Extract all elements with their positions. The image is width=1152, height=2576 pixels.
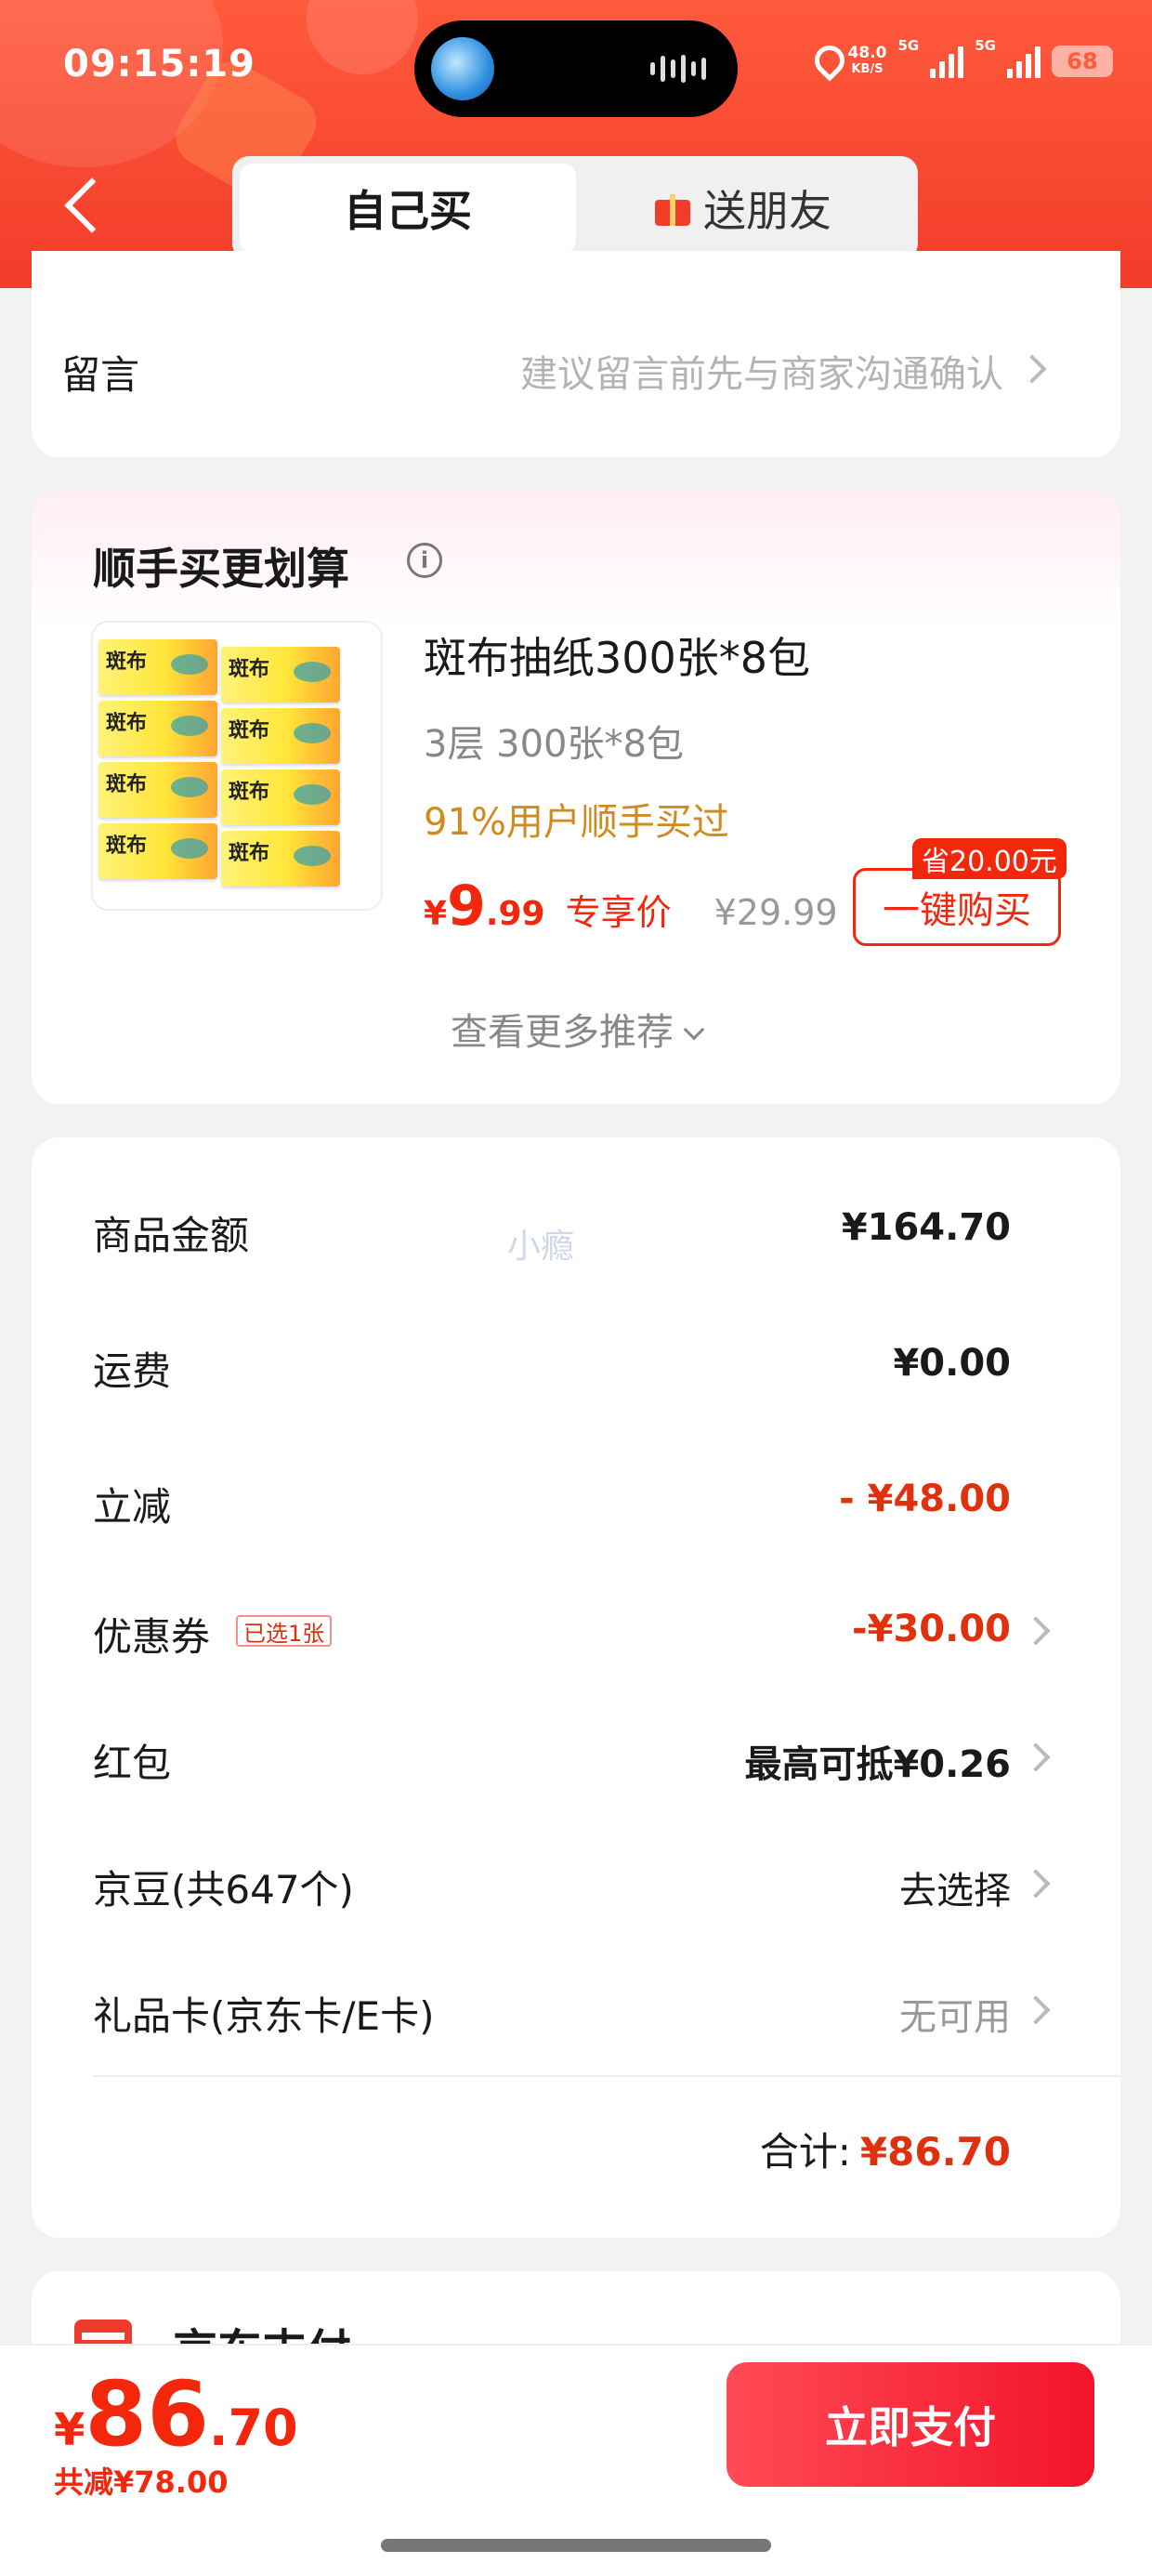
checkout-decimal: .70 — [209, 2399, 298, 2457]
chevron-down-icon — [683, 1019, 705, 1041]
recommend-title: 顺手买更划算 — [93, 544, 349, 594]
one-click-buy-button[interactable]: 一键购买 — [853, 868, 1061, 946]
sim2-label: 5G — [975, 37, 996, 54]
price-currency: ¥ — [424, 895, 448, 933]
gift-icon — [655, 191, 690, 226]
goods-amount-label: 商品金额 — [93, 1213, 250, 1258]
battery-icon: 68 — [1052, 46, 1113, 77]
checkout-integer: 86 — [85, 2362, 209, 2466]
more-recommend-label: 查看更多推荐 — [451, 1011, 674, 1054]
price-integer: 9 — [447, 874, 486, 939]
original-price: ¥29.99 — [713, 892, 838, 933]
signal-icon — [930, 45, 964, 78]
tab-send-friend[interactable]: 送朋友 — [576, 164, 910, 253]
jd-beans-label[interactable]: 京豆(共647个) — [93, 1859, 354, 1915]
jd-beans-value[interactable]: 去选择 — [899, 1860, 1011, 1914]
tab-send-friend-label: 送朋友 — [703, 186, 831, 236]
product-name[interactable]: 斑布抽纸300张*8包 — [424, 624, 810, 686]
product-image[interactable] — [91, 621, 383, 911]
coupon-selected-badge: 已选1张 — [236, 1615, 333, 1647]
checkout-saved: 共减¥78.00 — [54, 2464, 229, 2500]
shipping-label: 运费 — [93, 1348, 172, 1394]
note-hint[interactable]: 建议留言前先与商家沟通确认 — [520, 344, 1003, 398]
status-icons: 48.0 KB/S 5G 5G 68 — [813, 37, 1113, 85]
price-summary-card — [32, 1137, 1120, 2238]
divider — [93, 2075, 1120, 2077]
audio-wave-icon — [650, 54, 710, 84]
save-badge: 省20.00元 — [912, 838, 1067, 879]
app-avatar-icon — [431, 37, 494, 100]
total-row: 合计: ¥86.70 — [760, 2121, 1011, 2177]
sim1-label: 5G — [897, 37, 920, 54]
pay-now-label: 立即支付 — [825, 2402, 996, 2452]
goods-amount-value: ¥164.70 — [841, 1206, 1011, 1249]
gift-card-label[interactable]: 礼品卡(京东卡/E卡) — [93, 1985, 434, 2042]
red-packet-value[interactable]: 最高可抵¥0.26 — [744, 1734, 1011, 1788]
product-price: ¥ 9 .99 专享价 ¥29.99 — [424, 874, 838, 939]
tab-buy-self[interactable]: 自己买 — [240, 164, 576, 253]
net-speed-value: 48.0 — [847, 44, 887, 62]
location-icon — [813, 46, 837, 77]
red-packet-label[interactable]: 红包 — [93, 1732, 171, 1789]
more-recommend-link[interactable]: 查看更多推荐 — [0, 1002, 1152, 1056]
gift-card-value[interactable]: 无可用 — [899, 1987, 1011, 2041]
home-indicator[interactable] — [381, 2539, 771, 2552]
total-label: 合计: — [759, 2129, 851, 2175]
purchase-mode-switch: 自己买 送朋友 — [232, 156, 918, 260]
dynamic-island[interactable] — [414, 20, 738, 117]
note-label: 留言 — [61, 352, 140, 398]
coupon-value[interactable]: -¥30.00 — [852, 1608, 1011, 1650]
net-speed: 48.0 KB/S — [848, 45, 887, 78]
header-decoration — [307, 0, 418, 74]
checkout-currency: ¥ — [54, 2404, 85, 2456]
shipping-value: ¥0.00 — [893, 1342, 1011, 1385]
product-spec: 3层 300张*8包 — [424, 723, 684, 766]
info-icon[interactable]: i — [407, 543, 442, 578]
instant-discount-value: - ¥48.00 — [839, 1478, 1011, 1520]
pay-now-button[interactable]: 立即支付 — [727, 2362, 1094, 2487]
net-speed-unit: KB/S — [851, 62, 884, 76]
exclusive-price-tag: 专享价 — [565, 892, 672, 933]
back-chevron-icon[interactable] — [59, 167, 106, 242]
price-decimal: .99 — [485, 895, 545, 933]
coupon-label[interactable]: 优惠券 — [93, 1606, 210, 1663]
one-click-buy-label: 一键购买 — [883, 889, 1031, 932]
product-purchase-stat: 91%用户顺手买过 — [424, 801, 729, 844]
watermark: 小瘾 — [507, 1228, 575, 1266]
signal-icon — [1007, 45, 1041, 78]
tab-buy-self-label: 自己买 — [344, 186, 472, 236]
status-time: 09:15:19 — [63, 43, 255, 85]
instant-discount-label: 立减 — [93, 1484, 172, 1530]
checkout-total: ¥ 86 .70 — [54, 2368, 298, 2461]
total-value: ¥86.70 — [859, 2129, 1011, 2175]
